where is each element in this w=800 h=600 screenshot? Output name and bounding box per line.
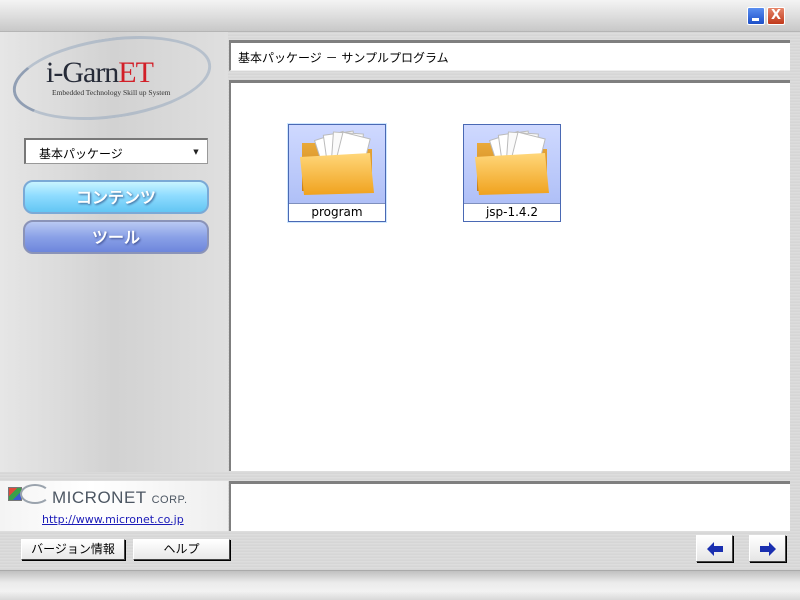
breadcrumb: 基本パッケージ － サンプルプログラム bbox=[229, 40, 790, 71]
folder-item-program[interactable]: program bbox=[287, 123, 387, 223]
bottom-bar bbox=[0, 570, 800, 600]
arrow-left-icon bbox=[707, 542, 723, 556]
top-bar bbox=[0, 0, 800, 32]
logo-subtitle: Embedded Technology Skill up System bbox=[52, 88, 171, 97]
package-select[interactable]: 基本パッケージ ▼ bbox=[24, 138, 208, 164]
folder-icon bbox=[300, 130, 374, 195]
version-info-button[interactable]: バージョン情報 bbox=[21, 539, 125, 560]
minimize-button[interactable] bbox=[747, 7, 765, 25]
page-title: 基本パッケージ － サンプルプログラム bbox=[238, 51, 449, 65]
logo-name: i-Garn bbox=[46, 56, 119, 89]
help-button[interactable]: ヘルプ bbox=[133, 539, 230, 560]
package-select-value: 基本パッケージ bbox=[39, 147, 123, 161]
close-button[interactable]: X bbox=[767, 7, 785, 25]
folder-icon bbox=[475, 130, 549, 195]
close-icon: X bbox=[770, 8, 782, 23]
logo: i-GarnET bbox=[46, 56, 154, 90]
back-button[interactable] bbox=[696, 535, 733, 562]
status-panel bbox=[229, 481, 790, 531]
forward-button[interactable] bbox=[749, 535, 786, 562]
file-view: program jsp-1.4.2 bbox=[229, 80, 790, 471]
brand-logo: MICRONET CORP. bbox=[52, 488, 188, 508]
folder-item-jsp[interactable]: jsp-1.4.2 bbox=[463, 124, 561, 222]
folder-label: program bbox=[289, 203, 385, 221]
brand-url-link[interactable]: http://www.micronet.co.jp bbox=[42, 513, 184, 526]
brand-name: MICRONET bbox=[52, 488, 147, 507]
arrow-right-icon bbox=[760, 542, 776, 556]
brand-suffix: CORP. bbox=[151, 494, 188, 506]
contents-button[interactable]: コンテンツ bbox=[23, 180, 209, 214]
tools-button[interactable]: ツール bbox=[23, 220, 209, 254]
folder-label: jsp-1.4.2 bbox=[464, 203, 560, 221]
chevron-down-icon[interactable]: ▼ bbox=[189, 146, 203, 159]
logo-name-accent: ET bbox=[118, 56, 154, 89]
brand-swirl bbox=[20, 484, 50, 504]
